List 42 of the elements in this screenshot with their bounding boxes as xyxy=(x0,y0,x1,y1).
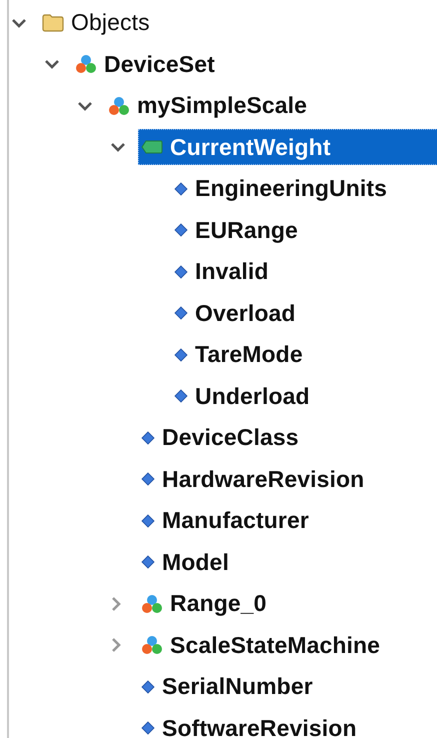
tree-item[interactable]: Underload xyxy=(171,378,315,414)
tree-item[interactable]: Objects xyxy=(39,4,155,41)
chevron-right-icon[interactable] xyxy=(110,637,122,654)
diamond-icon xyxy=(141,472,155,486)
tree-item[interactable]: SoftwareRevision xyxy=(138,710,362,738)
tree-item[interactable]: Range_0 xyxy=(138,586,272,622)
tree-item[interactable]: ScaleStateMachine xyxy=(138,627,386,664)
chevron-right-icon[interactable] xyxy=(110,596,122,612)
tag-icon xyxy=(141,140,163,154)
diamond-icon xyxy=(174,348,188,362)
diamond-icon xyxy=(174,264,188,279)
diamond-icon xyxy=(174,306,188,320)
tree-item[interactable]: DeviceSet xyxy=(72,46,220,82)
diamond-icon xyxy=(141,721,155,736)
tree-item[interactable]: Model xyxy=(138,544,234,580)
chevron-down-icon[interactable] xyxy=(77,100,93,112)
diamond-icon xyxy=(141,680,155,694)
diamond-icon xyxy=(141,514,155,528)
tree-item[interactable]: EURange xyxy=(171,212,303,248)
tree-item[interactable]: CurrentWeight xyxy=(138,129,437,166)
tree-item[interactable]: Overload xyxy=(171,295,301,332)
cubes-icon xyxy=(108,96,130,116)
chevron-down-icon[interactable] xyxy=(11,16,27,29)
chevron-down-icon[interactable] xyxy=(44,58,60,70)
cubes-icon xyxy=(141,594,163,614)
diamond-icon xyxy=(174,223,188,238)
folder-icon xyxy=(42,14,64,32)
chevron-down-icon[interactable] xyxy=(110,141,126,154)
tree-item[interactable]: Invalid xyxy=(171,254,274,290)
tree-item[interactable]: TareMode xyxy=(171,336,308,373)
cubes-icon xyxy=(75,54,97,74)
cubes-icon xyxy=(141,635,163,656)
tree-item[interactable]: mySimpleScale xyxy=(105,88,312,124)
diamond-icon xyxy=(174,389,188,404)
tree-item[interactable]: EngineeringUnits xyxy=(171,170,392,207)
diamond-icon xyxy=(141,555,155,570)
tree-item[interactable]: DeviceClass xyxy=(138,420,304,456)
diamond-icon xyxy=(174,182,188,196)
diamond-icon xyxy=(141,430,155,445)
tree-item[interactable]: HardwareRevision xyxy=(138,461,370,498)
tree-item[interactable]: SerialNumber xyxy=(138,668,318,705)
tree-item[interactable]: Manufacturer xyxy=(138,502,314,539)
